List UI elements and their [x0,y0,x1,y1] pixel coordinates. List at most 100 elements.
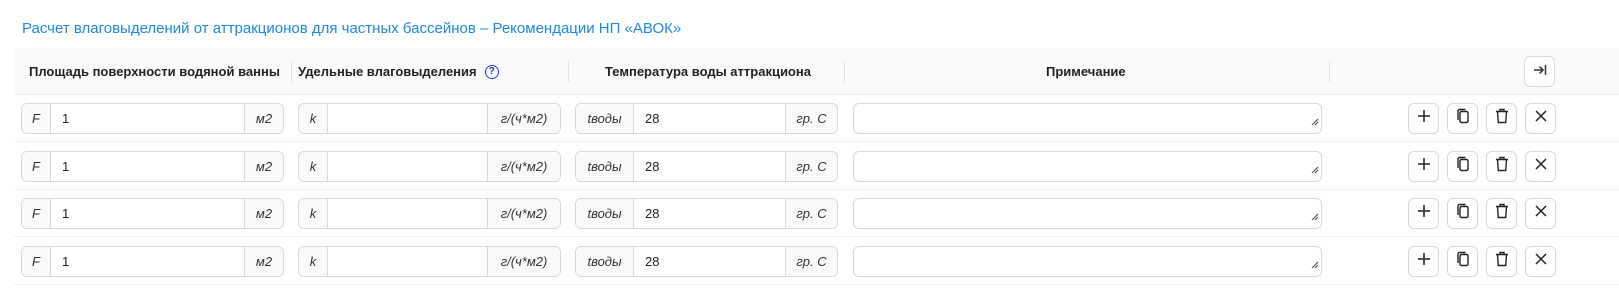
delete-row-button[interactable] [1486,103,1517,134]
table-row: F 1 м2 k г/(ч*м2) tводы 28 гр. С [14,238,1619,285]
specific-unit: г/(ч*м2) [487,199,560,228]
column-divider [1329,61,1330,82]
note-textarea[interactable] [853,245,1322,277]
temp-input[interactable]: 28 [634,199,785,228]
specific-input[interactable] [328,247,487,276]
temp-input[interactable]: 28 [634,104,785,133]
note-textarea[interactable] [853,103,1322,134]
table-row: F 1 м2 k г/(ч*м2) tводы 28 гр. С [14,95,1619,142]
page-title: Расчет влаговыделений от аттракционов дл… [22,20,682,37]
collapse-right-icon [1533,63,1547,81]
close-row-button[interactable] [1525,103,1556,134]
add-row-button[interactable] [1408,245,1439,277]
column-header-specific-label: Удельные влаговыделения [298,64,477,79]
column-divider [568,61,569,82]
resize-grip-icon[interactable] [1311,256,1319,274]
area-unit: м2 [244,199,283,228]
specific-input[interactable] [328,152,487,181]
plus-icon [1417,204,1431,223]
trash-icon [1495,108,1509,129]
specific-prefix: k [299,151,328,181]
column-header-temp: Температура воды аттракциона [605,64,811,79]
temp-input[interactable]: 28 [634,247,785,276]
area-input-group: F 1 м2 [21,245,284,277]
area-prefix: F [22,151,51,181]
temp-unit: гр. С [785,151,837,181]
temp-input-group: tводы 28 гр. С [575,245,838,277]
close-icon [1534,157,1548,176]
plus-icon [1417,109,1431,128]
column-header-specific: Удельные влаговыделения ? [298,48,499,95]
plus-icon [1417,157,1431,176]
specific-unit: г/(ч*м2) [487,151,560,181]
copy-row-button[interactable] [1447,103,1478,134]
specific-unit: г/(ч*м2) [487,104,560,133]
area-input[interactable]: 1 [51,104,244,133]
specific-input-group: k г/(ч*м2) [298,245,561,277]
specific-input-group: k г/(ч*м2) [298,103,561,134]
close-row-button[interactable] [1525,150,1556,182]
resize-grip-icon[interactable] [1311,208,1319,226]
help-icon[interactable]: ? [484,64,499,79]
temp-prefix: tводы [576,151,634,181]
temp-prefix: tводы [576,199,634,228]
resize-grip-icon[interactable] [1311,161,1319,179]
note-textarea[interactable] [853,198,1322,229]
temp-unit: гр. С [785,199,837,228]
specific-prefix: k [299,199,328,228]
close-icon [1534,252,1548,271]
column-divider [291,61,292,82]
column-divider [844,61,845,82]
specific-prefix: k [299,246,328,276]
collapse-columns-button[interactable] [1524,56,1555,87]
copy-icon [1456,203,1470,224]
copy-row-button[interactable] [1447,245,1478,277]
copy-row-button[interactable] [1447,198,1478,229]
table-row: F 1 м2 k г/(ч*м2) tводы 28 гр. С [14,190,1619,237]
area-input-group: F 1 м2 [21,150,284,182]
area-input[interactable]: 1 [51,152,244,181]
close-row-button[interactable] [1525,245,1556,277]
temp-unit: гр. С [785,246,837,276]
copy-icon [1456,108,1470,129]
area-unit: м2 [244,104,283,133]
copy-icon [1456,156,1470,177]
area-input[interactable]: 1 [51,247,244,276]
table-header: Площадь поверхности водяной ванны Удельн… [14,48,1619,95]
add-row-button[interactable] [1408,150,1439,182]
note-textarea[interactable] [853,150,1322,182]
specific-input[interactable] [328,104,487,133]
column-header-note: Примечание [1046,64,1126,79]
close-row-button[interactable] [1525,198,1556,229]
specific-input-group: k г/(ч*м2) [298,150,561,182]
specific-unit: г/(ч*м2) [487,246,560,276]
temp-input-group: tводы 28 гр. С [575,103,838,134]
add-row-button[interactable] [1408,198,1439,229]
specific-input[interactable] [328,199,487,228]
area-input-group: F 1 м2 [21,103,284,134]
area-input-group: F 1 м2 [21,198,284,229]
delete-row-button[interactable] [1486,150,1517,182]
temp-input-group: tводы 28 гр. С [575,150,838,182]
temp-prefix: tводы [576,104,634,133]
resize-grip-icon[interactable] [1311,113,1319,131]
trash-icon [1495,203,1509,224]
temp-input-group: tводы 28 гр. С [575,198,838,229]
temp-input[interactable]: 28 [634,152,785,181]
add-row-button[interactable] [1408,103,1439,134]
close-icon [1534,204,1548,223]
copy-row-button[interactable] [1447,150,1478,182]
area-prefix: F [22,104,51,133]
area-unit: м2 [244,151,283,181]
close-icon [1534,109,1548,128]
trash-icon [1495,156,1509,177]
trash-icon [1495,251,1509,272]
column-header-area: Площадь поверхности водяной ванны [29,64,280,79]
area-prefix: F [22,199,51,228]
temp-prefix: tводы [576,246,634,276]
area-input[interactable]: 1 [51,199,244,228]
plus-icon [1417,252,1431,271]
area-prefix: F [22,246,51,276]
delete-row-button[interactable] [1486,198,1517,229]
delete-row-button[interactable] [1486,245,1517,277]
